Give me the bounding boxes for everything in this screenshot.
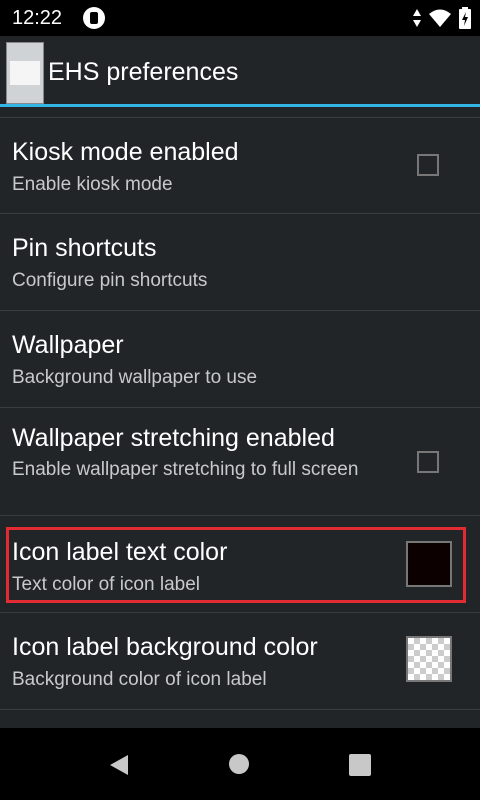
wifi-icon	[429, 9, 451, 27]
status-bar: 12:22	[0, 0, 480, 36]
pref-summary: Background color of icon label	[12, 669, 267, 690]
notification-icon	[83, 7, 105, 29]
pref-wallpaper[interactable]: Wallpaper Background wallpaper to use	[0, 310, 480, 408]
back-icon[interactable]	[108, 754, 130, 776]
pref-title: Kiosk mode enabled	[12, 138, 239, 166]
pref-summary: Enable kiosk mode	[12, 174, 173, 195]
recents-icon[interactable]	[349, 754, 371, 776]
pref-next-partial	[0, 709, 480, 728]
background-color-swatch[interactable]	[406, 636, 452, 682]
text-color-swatch[interactable]	[406, 541, 452, 587]
pref-wallpaper-stretching[interactable]: Wallpaper stretching enabled Enable wall…	[0, 407, 480, 516]
kiosk-mode-checkbox[interactable]	[417, 154, 439, 176]
status-icons	[412, 7, 472, 29]
pref-title: Pin shortcuts	[12, 234, 157, 262]
pref-title: Icon label background color	[12, 633, 318, 661]
preferences-list[interactable]: Kiosk mode enabled Enable kiosk mode Pin…	[0, 107, 480, 728]
pref-pin-shortcuts[interactable]: Pin shortcuts Configure pin shortcuts	[0, 213, 480, 311]
app-icon[interactable]	[6, 42, 44, 104]
pref-summary: Text color of icon label	[12, 574, 200, 595]
action-bar: EHS preferences	[0, 36, 480, 104]
pref-title: Icon label text color	[12, 538, 228, 566]
pref-summary: Enable wallpaper stretching to full scre…	[12, 459, 359, 480]
pref-icon-label-bg-color[interactable]: Icon label background color Background c…	[0, 612, 480, 710]
wallpaper-stretching-checkbox[interactable]	[417, 451, 439, 473]
pref-icon-label-text-color[interactable]: Icon label text color Text color of icon…	[0, 515, 480, 613]
pref-kiosk-mode[interactable]: Kiosk mode enabled Enable kiosk mode	[0, 117, 480, 214]
pref-summary: Configure pin shortcuts	[12, 270, 208, 291]
status-time: 12:22	[12, 7, 63, 29]
page-title: EHS preferences	[48, 58, 239, 86]
pref-title: Wallpaper	[12, 331, 124, 359]
battery-icon	[459, 7, 471, 29]
pref-summary: Background wallpaper to use	[12, 367, 258, 388]
pref-title: Wallpaper stretching enabled	[12, 424, 335, 452]
home-icon[interactable]	[229, 754, 249, 774]
data-arrows-icon	[413, 9, 421, 27]
